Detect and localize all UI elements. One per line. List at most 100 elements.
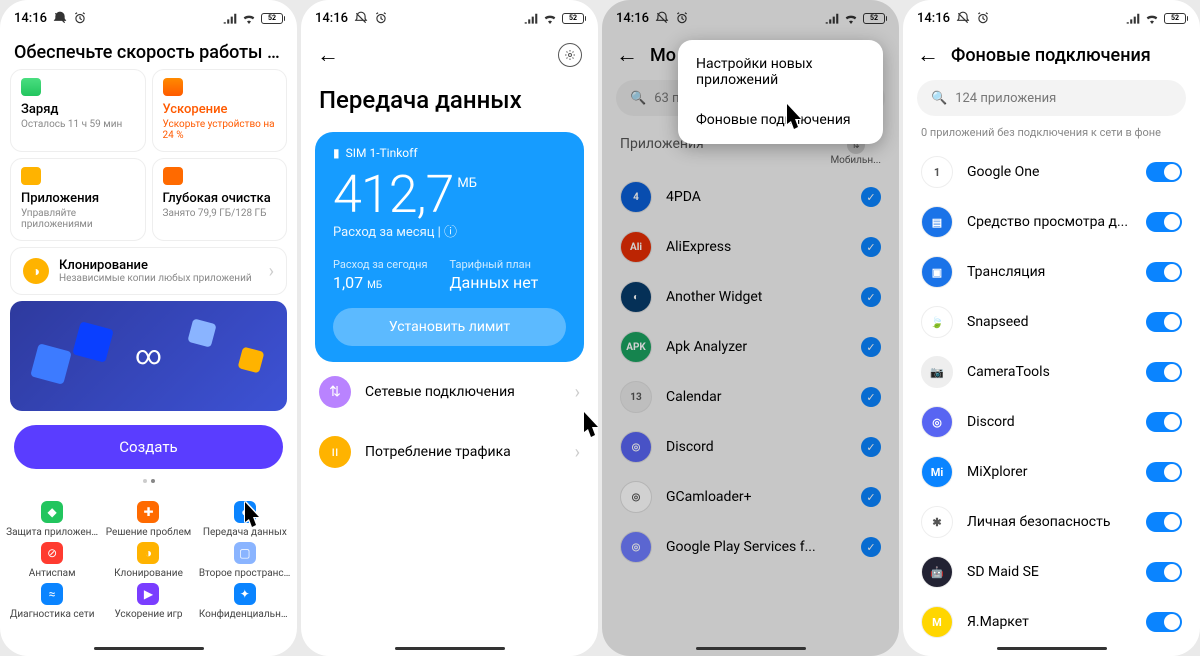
app-icon: ◎ xyxy=(921,406,953,438)
toggle-switch[interactable] xyxy=(1146,612,1182,632)
grid-icon: ≈ xyxy=(41,583,63,605)
grid-label: Клонирование xyxy=(114,568,183,579)
toggle-switch[interactable] xyxy=(1146,312,1182,332)
option-row[interactable]: ⇅Сетевые подключения› xyxy=(301,362,598,422)
page-title: Обеспечьте скорость работы и безо... xyxy=(14,42,283,63)
usage-card: ▮ SIM 1-Tinkoff 412,7МБ Расход за месяц … xyxy=(315,132,584,362)
grid-label: Ускорение игр xyxy=(114,609,182,620)
wifi-icon xyxy=(241,12,257,24)
app-icon: 🍃 xyxy=(921,306,953,338)
app-row: ▣ Трансляция xyxy=(911,247,1192,297)
toggle-switch[interactable] xyxy=(1146,412,1182,432)
option-row[interactable]: ııПотребление трафика› xyxy=(301,422,598,482)
option-label: Сетевые подключения xyxy=(365,384,561,400)
app-name: Трансляция xyxy=(967,264,1132,280)
page-dots xyxy=(0,473,297,489)
status-time: 14:16 xyxy=(315,11,348,26)
app-icon: ▣ xyxy=(921,256,953,288)
grid-icon: ✚ xyxy=(137,501,159,523)
set-limit-button[interactable]: Установить лимит xyxy=(333,308,566,346)
app-name: Я.Маркет xyxy=(967,614,1132,630)
screen-app-connections: 14:16 52 ← Мо 🔍 63 пр Приложения ⇅ Мобил… xyxy=(602,0,899,656)
app-row: 📷CameraTools xyxy=(911,347,1192,397)
grid-icon: ◑ xyxy=(137,542,159,564)
app-row: 1Google One xyxy=(911,147,1192,197)
grid-item[interactable]: ●Передача данных xyxy=(197,501,293,538)
battery-indicator: 52 xyxy=(261,13,283,24)
clone-icon: ◑ xyxy=(23,258,49,284)
grid-label: Решение проблем xyxy=(106,527,191,538)
battery-indicator: 52 xyxy=(562,13,584,24)
settings-button[interactable] xyxy=(558,43,582,67)
grid-label: Защита приложени... xyxy=(6,527,98,538)
sim-label: ▮ SIM 1-Tinkoff xyxy=(333,146,566,160)
popup-item-new-app-settings[interactable]: Настройки новых приложений xyxy=(678,44,883,100)
app-name: Личная безопасность xyxy=(967,514,1132,530)
toggle-switch[interactable] xyxy=(1146,462,1182,482)
grid-item[interactable]: ✚ Решение проблем xyxy=(100,501,196,538)
app-icon: Mi xyxy=(921,456,953,488)
page-title: Передача данных xyxy=(301,74,598,132)
nav-indicator xyxy=(94,647,204,650)
nav-indicator xyxy=(395,647,505,650)
grid-item[interactable]: ◑ Клонирование xyxy=(100,542,196,579)
grid-item[interactable]: ✦ Конфиденциально... xyxy=(197,583,293,620)
usage-value: 412,7 xyxy=(333,164,453,225)
app-name: Google One xyxy=(967,164,1132,180)
statusbar: 14:16 52 xyxy=(301,0,598,36)
app-name: Snapseed xyxy=(967,314,1132,330)
back-button[interactable]: ← xyxy=(917,42,939,68)
toggle-switch[interactable] xyxy=(1146,262,1182,282)
app-icon: ✱ xyxy=(921,506,953,538)
app-icon: 🤖 xyxy=(921,556,953,588)
nav-indicator xyxy=(997,647,1107,650)
popup-item-background-connections[interactable]: Фоновые подключения xyxy=(678,100,883,140)
summary-text: 0 приложений без подключения к сети в фо… xyxy=(903,122,1200,147)
signal-icon xyxy=(1126,12,1140,24)
app-name: Средство просмотра д... xyxy=(967,214,1132,230)
toggle-switch[interactable] xyxy=(1146,212,1182,232)
toggle-switch[interactable] xyxy=(1146,362,1182,382)
grid-item[interactable]: ◆ Защита приложени... xyxy=(4,501,100,538)
grid-icon: ✦ xyxy=(234,583,256,605)
toggle-switch[interactable] xyxy=(1146,162,1182,182)
back-button[interactable]: ← xyxy=(317,42,339,68)
battery-indicator: 52 xyxy=(1164,13,1186,24)
card-clone[interactable]: ◑ Клонирование Независимые копии любых п… xyxy=(10,247,287,295)
card-battery[interactable]: Заряд Осталось 11 ч 59 мин xyxy=(10,69,146,152)
nav-indicator xyxy=(696,647,806,650)
card-deep-clean[interactable]: Глубокая очистка Занято 79,9 ГБ/128 ГБ xyxy=(152,158,288,241)
grid-icon: ◆ xyxy=(41,501,63,523)
dnd-icon xyxy=(956,11,970,25)
app-row: MiMiXplorer xyxy=(911,447,1192,497)
illustration: ∞ xyxy=(10,301,287,411)
grid-item[interactable]: ⊘Антиспам xyxy=(4,542,100,579)
grid-item[interactable]: ▢ Второе пространст... xyxy=(197,542,293,579)
grid-icon: ▢ xyxy=(234,542,256,564)
grid-label: Второе пространст... xyxy=(199,568,291,579)
create-button[interactable]: Создать xyxy=(14,425,283,469)
grid-label: Конфиденциально... xyxy=(199,609,291,620)
signal-icon xyxy=(524,12,538,24)
signal-icon xyxy=(223,12,237,24)
app-name: SD Maid SE xyxy=(967,564,1132,580)
app-name: CameraTools xyxy=(967,364,1132,380)
grid-item[interactable]: ▶ Ускорение игр xyxy=(100,583,196,620)
status-time: 14:16 xyxy=(14,11,47,26)
grid-label: Передача данных xyxy=(203,527,287,538)
chevron-right-icon: › xyxy=(575,442,580,463)
card-apps[interactable]: Приложения Управляйте приложениями xyxy=(10,158,146,241)
toggle-switch[interactable] xyxy=(1146,562,1182,582)
statusbar: 14:16 52 xyxy=(903,0,1200,36)
app-row: ◎Discord xyxy=(911,397,1192,447)
grid-icon: ▶ xyxy=(137,583,159,605)
search-input[interactable]: 🔍 124 приложения xyxy=(917,80,1186,116)
toggle-switch[interactable] xyxy=(1146,512,1182,532)
gear-icon xyxy=(564,49,576,61)
app-icon: М xyxy=(921,606,953,638)
grid-item[interactable]: ≈Диагностика сети xyxy=(4,583,100,620)
card-boost[interactable]: Ускорение Ускорьте устройство на 24 % xyxy=(152,69,288,152)
screen-background-connections: 14:16 52 ← Фоновые подключения 🔍 124 при… xyxy=(903,0,1200,656)
option-icon: ıı xyxy=(319,436,351,468)
grid-icon: ⊘ xyxy=(41,542,63,564)
